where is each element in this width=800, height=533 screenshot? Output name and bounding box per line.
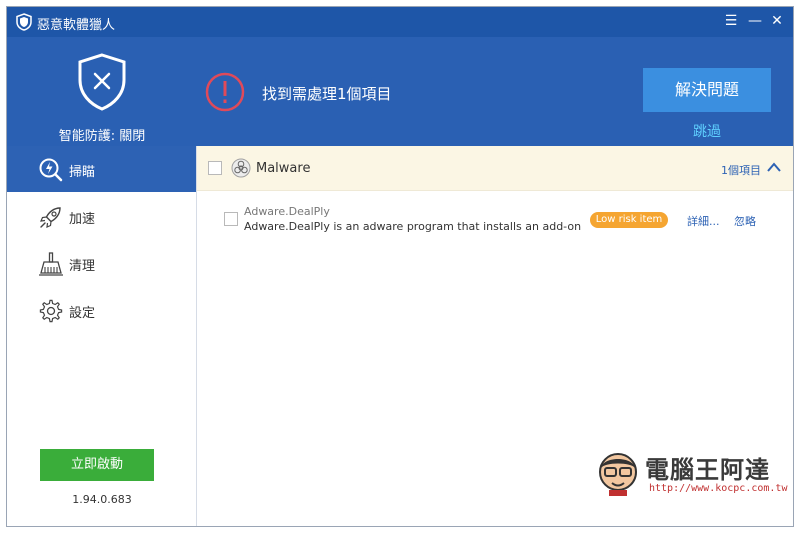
- close-button[interactable]: ✕: [769, 12, 785, 30]
- status-header: 智能防護: 關閉 找到需處理1個項目 解決問題 跳過: [7, 37, 793, 146]
- watermark-url: http://www.kocpc.com.tw: [649, 483, 788, 494]
- group-checkbox[interactable]: [208, 161, 222, 175]
- shield-logo-icon: [16, 13, 32, 31]
- scan-icon: [39, 158, 63, 182]
- shield-off-icon: [78, 53, 126, 111]
- protection-status: 智能防護: 關閉: [58, 129, 146, 144]
- ignore-link[interactable]: 忽略: [734, 213, 756, 229]
- chevron-up-icon[interactable]: [767, 162, 781, 172]
- sidebar-item-scan[interactable]: 掃瞄: [7, 146, 196, 192]
- alert-message: 找到需處理1個項目: [262, 85, 392, 103]
- details-link[interactable]: 詳細...: [687, 213, 720, 229]
- sidebar-item-speedup[interactable]: 加速: [7, 193, 196, 239]
- group-count: 1個項目: [721, 164, 761, 177]
- skip-link[interactable]: 跳過: [643, 121, 771, 141]
- start-now-button[interactable]: 立即啟動: [40, 449, 154, 481]
- item-description: Adware.DealPly is an adware program that…: [244, 220, 584, 233]
- risk-badge: Low risk item: [590, 212, 668, 228]
- item-name: Adware.DealPly: [244, 205, 330, 218]
- sidebar-item-label: 加速: [69, 212, 96, 227]
- title-bar: 惡意軟體獵人 ☰ — ✕: [7, 7, 793, 37]
- biohazard-icon: [231, 158, 251, 178]
- item-checkbox[interactable]: [224, 212, 238, 226]
- app-title: 惡意軟體獵人: [37, 18, 116, 33]
- sidebar-item-settings[interactable]: 設定: [7, 287, 196, 333]
- sidebar: 掃瞄 加速 清理 設定 立即啟動 1.94.0.683: [7, 146, 197, 526]
- watermark: 電腦王阿達 http://www.kocpc.com.tw: [595, 448, 790, 503]
- gear-icon: [39, 299, 63, 323]
- malware-group-header[interactable]: Malware 1個項目: [197, 146, 793, 191]
- sidebar-item-label: 設定: [69, 306, 96, 321]
- mascot-icon: [599, 453, 637, 496]
- rocket-icon: [40, 207, 61, 228]
- sidebar-item-label: 掃瞄: [69, 165, 96, 180]
- group-label: Malware: [256, 161, 311, 176]
- resolve-button[interactable]: 解決問題: [643, 68, 771, 112]
- watermark-text: 電腦王阿達: [645, 456, 770, 484]
- version-label: 1.94.0.683: [72, 493, 132, 506]
- menu-icon[interactable]: ☰: [723, 12, 739, 30]
- sidebar-item-clean[interactable]: 清理: [7, 240, 196, 286]
- minimize-button[interactable]: —: [747, 12, 763, 30]
- alert-icon: [205, 72, 245, 112]
- sidebar-item-label: 清理: [69, 259, 96, 274]
- broom-icon: [39, 252, 63, 276]
